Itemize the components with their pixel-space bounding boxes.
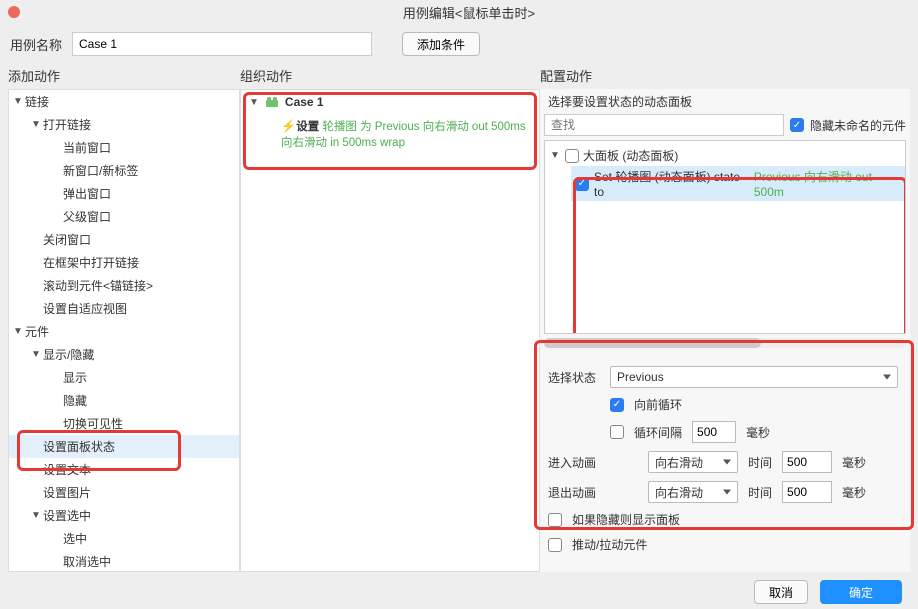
tree-setimage[interactable]: 设置图片 — [43, 484, 91, 501]
add-condition-button[interactable]: 添加条件 — [402, 32, 480, 56]
loopint-input[interactable] — [692, 421, 736, 443]
tree-showhide[interactable]: 显示/隐藏 — [43, 346, 94, 363]
loopint-label: 循环间隔 — [634, 424, 682, 441]
bigpanel-label[interactable]: 大面板 (动态面板) — [583, 147, 678, 164]
selstate-select[interactable]: Previous — [610, 366, 898, 388]
ok-button[interactable]: 确定 — [820, 580, 902, 604]
tree-parent[interactable]: 父级窗口 — [63, 208, 111, 225]
showifhidden-checkbox[interactable] — [548, 513, 562, 527]
tree-curwin[interactable]: 当前窗口 — [63, 139, 111, 156]
tree-show[interactable]: 显示 — [63, 369, 87, 386]
tree-openlink[interactable]: 打开链接 — [43, 116, 91, 133]
case-name-label: 用例名称 — [10, 35, 62, 54]
action-tree[interactable]: ▼链接 ▼打开链接 当前窗口 新窗口/新标签 弹出窗口 父级窗口 关闭窗口 在框… — [8, 89, 240, 572]
outanim-time-input[interactable] — [782, 481, 832, 503]
action-row[interactable]: ⚡ 设置 轮播图 为 Previous 向右滑动 out 500ms 向右滑动 … — [241, 114, 539, 157]
tree-comp[interactable]: 元件 — [25, 323, 49, 340]
top-row: 用例名称 添加条件 — [0, 24, 918, 64]
horizontal-scrollbar[interactable] — [544, 338, 906, 348]
outanim-time-label: 时间 — [748, 484, 772, 501]
close-button[interactable] — [8, 6, 20, 18]
case-row[interactable]: ▼ Case 1 — [241, 90, 539, 114]
col1-title: 添加动作 — [8, 64, 240, 89]
cancel-button[interactable]: 取消 — [754, 580, 808, 604]
outanim-select[interactable]: 向右滑动 — [648, 481, 738, 503]
action-bolt-icon: ⚡ — [281, 118, 293, 135]
pushpull-checkbox[interactable] — [548, 538, 562, 552]
tree-deselect[interactable]: 取消选中 — [63, 553, 111, 570]
choose-panel-label: 选择要设置状态的动态面板 — [540, 89, 910, 114]
inanim-time-input[interactable] — [782, 451, 832, 473]
showifhidden-label: 如果隐藏则显示面板 — [572, 511, 680, 528]
loopint-unit: 毫秒 — [746, 424, 770, 441]
window-title: 用例编辑<鼠标单击时> — [28, 3, 910, 22]
inanim-select[interactable]: 向右滑动 — [648, 451, 738, 473]
loopint-checkbox[interactable] — [610, 425, 624, 439]
hide-unnamed-label: 隐藏未命名的元件 — [810, 117, 906, 134]
col2-title: 组织动作 — [240, 64, 540, 89]
panel-tree[interactable]: ▼ 大面板 (动态面板) Set 轮播图 (动态面板) state to Pre… — [544, 140, 906, 334]
tree-setstate[interactable]: 设置面板状态 — [43, 438, 115, 455]
footer: 取消 确定 — [0, 572, 918, 604]
tree-newwin[interactable]: 新窗口/新标签 — [63, 162, 138, 179]
panel-child-row[interactable]: Set 轮播图 (动态面板) state to Previous 向右滑动 ou… — [571, 166, 905, 201]
hide-unnamed-checkbox[interactable] — [790, 118, 804, 132]
loopfwd-checkbox[interactable] — [610, 398, 624, 412]
case-label: Case 1 — [285, 95, 324, 109]
org-panel: ▼ Case 1 ⚡ 设置 轮播图 为 Previous 向右滑动 out 50… — [240, 89, 540, 572]
selstate-label: 选择状态 — [548, 369, 600, 386]
inanim-unit: 毫秒 — [842, 454, 866, 471]
carousel-checkbox[interactable] — [575, 177, 589, 191]
outanim-unit: 毫秒 — [842, 484, 866, 501]
col3-title: 配置动作 — [540, 64, 910, 89]
tree-selected[interactable]: 选中 — [63, 530, 87, 547]
tree-hide[interactable]: 隐藏 — [63, 392, 87, 409]
tree-scrollto[interactable]: 滚动到元件<锚链接> — [43, 277, 153, 294]
tree-adaptive[interactable]: 设置自适应视图 — [43, 300, 127, 317]
inanim-label: 进入动画 — [548, 454, 600, 471]
tree-popup[interactable]: 弹出窗口 — [63, 185, 111, 202]
tree-setselected[interactable]: 设置选中 — [43, 507, 91, 524]
inanim-time-label: 时间 — [748, 454, 772, 471]
carousel-set-label: Set 轮播图 (动态面板) state to — [594, 168, 749, 199]
titlebar: 用例编辑<鼠标单击时> — [0, 0, 918, 24]
tree-inframe[interactable]: 在框架中打开链接 — [43, 254, 139, 271]
loopfwd-label: 向前循环 — [634, 396, 682, 413]
action-name: 设置 — [296, 121, 319, 133]
search-input[interactable] — [544, 114, 784, 136]
tree-togglevis[interactable]: 切换可见性 — [63, 415, 123, 432]
tree-settext[interactable]: 设置文本 — [43, 461, 91, 478]
tree-closewin[interactable]: 关闭窗口 — [43, 231, 91, 248]
pushpull-label: 推动/拉动元件 — [572, 536, 647, 553]
tree-link[interactable]: 链接 — [25, 93, 49, 110]
case-icon — [265, 96, 279, 108]
config-panel: 选择要设置状态的动态面板 隐藏未命名的元件 ▼ 大面板 (动态面板) Set 轮… — [540, 89, 910, 572]
outanim-label: 退出动画 — [548, 484, 600, 501]
case-name-input[interactable] — [72, 32, 372, 56]
bigpanel-checkbox[interactable] — [565, 149, 579, 163]
carousel-set-green: Previous 向右滑动 out 500m — [754, 168, 901, 199]
